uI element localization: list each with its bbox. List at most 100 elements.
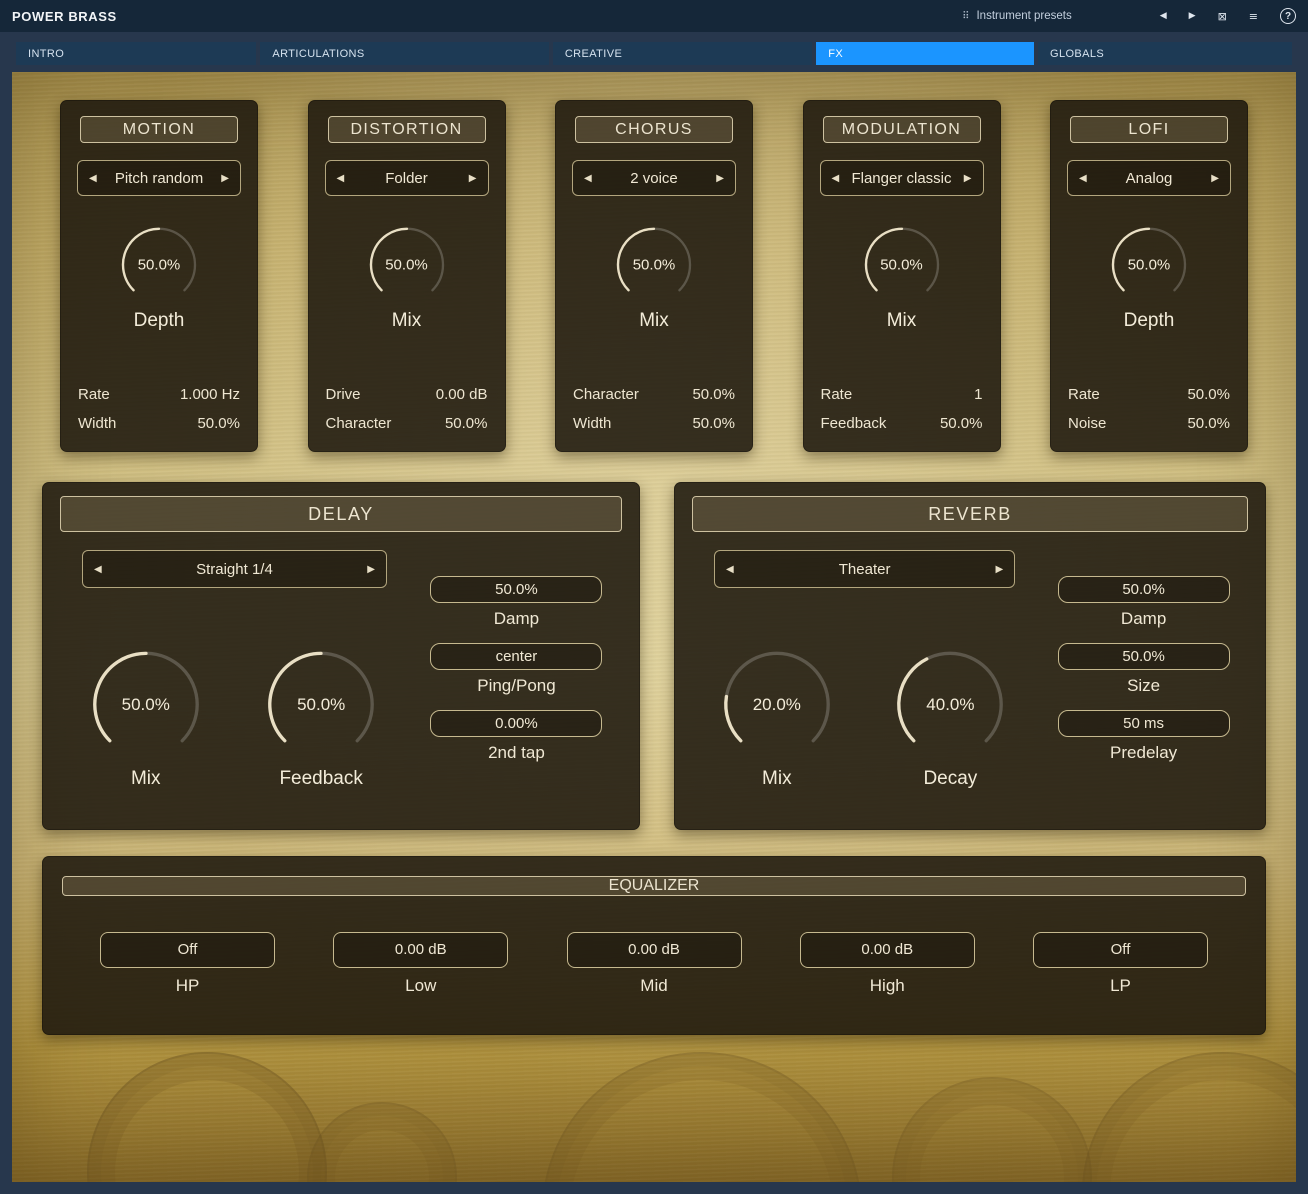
arrow-left-icon[interactable]: ◀ — [1068, 173, 1098, 184]
param-name: Character — [573, 380, 639, 409]
lofi-depth-knob[interactable]: 50.0% — [1104, 218, 1194, 308]
field-label: Damp — [409, 608, 624, 630]
knob-value: 20.0% — [713, 695, 841, 715]
lofi-mode-value: Analog — [1098, 170, 1201, 187]
motion-depth-knob[interactable]: 50.0% — [114, 218, 204, 308]
modulation-mix-knob[interactable]: 50.0% — [857, 218, 947, 308]
motion-title-button[interactable]: MOTION — [80, 116, 238, 143]
reverb-size-field[interactable]: 50.0% — [1058, 643, 1230, 670]
tab-intro[interactable]: INTRO — [16, 42, 256, 65]
reverb-size-group: 50.0% Size — [1037, 643, 1250, 697]
modulation-mode-selector[interactable]: ◀ Flanger classic ▶ — [820, 160, 984, 196]
reverb-predelay-group: 50 ms Predelay — [1037, 710, 1250, 764]
lofi-title-button[interactable]: LOFI — [1070, 116, 1228, 143]
eq-mid-field[interactable]: 0.00 dB — [567, 932, 742, 968]
arrow-right-icon[interactable]: ▶ — [953, 173, 983, 184]
delay-damp-field[interactable]: 50.0% — [430, 576, 602, 603]
arrow-right-icon[interactable]: ▶ — [458, 173, 488, 184]
prev-preset-arrow-icon[interactable]: ◀ — [1160, 12, 1167, 21]
reverb-mode-selector[interactable]: ◀ Theater ▶ — [714, 550, 1015, 588]
param-row[interactable]: Drive 0.00 dB — [326, 380, 488, 409]
eq-lp-field[interactable]: Off — [1033, 932, 1208, 968]
presets-grid-icon: ⠿ — [962, 11, 969, 22]
param-value: 1.000 Hz — [180, 380, 240, 409]
param-row[interactable]: Rate 1 — [821, 380, 983, 409]
eq-high-group: 0.00 dB High — [800, 932, 975, 996]
equalizer-panel: EQUALIZER Off HP 0.00 dB Low 0.00 dB Mid — [42, 856, 1266, 1035]
window-resize-icon[interactable]: ⊠ — [1218, 11, 1227, 22]
delay-feedback-group: 50.0% Feedback — [257, 616, 385, 790]
chorus-mode-selector[interactable]: ◀ 2 voice ▶ — [572, 160, 736, 196]
param-row[interactable]: Noise 50.0% — [1068, 409, 1230, 438]
reverb-decay-knob[interactable]: 40.0% — [886, 638, 1014, 766]
delay-mode-value: Straight 1/4 — [113, 561, 357, 578]
fx-panel-modulation: MODULATION ◀ Flanger classic ▶ 50.0% Mix… — [803, 100, 1001, 452]
equalizer-bands: Off HP 0.00 dB Low 0.00 dB Mid 0.00 dB — [62, 932, 1246, 996]
chorus-title-button[interactable]: CHORUS — [575, 116, 733, 143]
param-value: 50.0% — [445, 409, 488, 438]
next-preset-arrow-icon[interactable]: ▶ — [1189, 12, 1196, 21]
reverb-damp-field[interactable]: 50.0% — [1058, 576, 1230, 603]
delay-title-button[interactable]: DELAY — [60, 496, 622, 532]
param-row[interactable]: Rate 1.000 Hz — [78, 380, 240, 409]
tab-articulations[interactable]: ARTICULATIONS — [260, 42, 548, 65]
param-value: 50.0% — [692, 380, 735, 409]
arrow-left-icon[interactable]: ◀ — [326, 173, 356, 184]
arrow-left-icon[interactable]: ◀ — [821, 173, 851, 184]
param-row[interactable]: Width 50.0% — [78, 409, 240, 438]
param-row[interactable]: Character 50.0% — [573, 380, 735, 409]
eq-low-group: 0.00 dB Low — [333, 932, 508, 996]
reverb-mix-knob[interactable]: 20.0% — [713, 638, 841, 766]
distortion-title-button[interactable]: DISTORTION — [328, 116, 486, 143]
arrow-left-icon[interactable]: ◀ — [83, 564, 113, 575]
param-row[interactable]: Rate 50.0% — [1068, 380, 1230, 409]
distortion-mode-selector[interactable]: ◀ Folder ▶ — [325, 160, 489, 196]
param-row[interactable]: Character 50.0% — [326, 409, 488, 438]
motion-mode-selector[interactable]: ◀ Pitch random ▶ — [77, 160, 241, 196]
reverb-title-button[interactable]: REVERB — [692, 496, 1248, 532]
tab-creative[interactable]: CREATIVE — [553, 42, 812, 65]
param-name: Character — [326, 409, 392, 438]
arrow-right-icon[interactable]: ▶ — [210, 173, 240, 184]
delay-pingpong-field[interactable]: center — [430, 643, 602, 670]
distortion-mix-knob[interactable]: 50.0% — [362, 218, 452, 308]
knob-label: Mix — [817, 310, 987, 332]
arrow-left-icon[interactable]: ◀ — [573, 173, 603, 184]
reverb-predelay-field[interactable]: 50 ms — [1058, 710, 1230, 737]
lofi-mode-selector[interactable]: ◀ Analog ▶ — [1067, 160, 1231, 196]
menu-icon[interactable]: ≡ — [1249, 11, 1258, 22]
eq-low-field[interactable]: 0.00 dB — [333, 932, 508, 968]
arrow-right-icon[interactable]: ▶ — [356, 564, 386, 575]
arrow-left-icon[interactable]: ◀ — [715, 564, 745, 575]
tab-fx[interactable]: FX — [816, 42, 1034, 65]
delay-mix-knob[interactable]: 50.0% — [82, 638, 210, 766]
delay-feedback-knob[interactable]: 50.0% — [257, 638, 385, 766]
motion-params: Rate 1.000 Hz Width 50.0% — [74, 380, 244, 440]
eq-high-field[interactable]: 0.00 dB — [800, 932, 975, 968]
equalizer-title-button[interactable]: EQUALIZER — [62, 876, 1246, 896]
param-value: 50.0% — [940, 409, 983, 438]
eq-hp-field[interactable]: Off — [100, 932, 275, 968]
reverb-left-column: ◀ Theater ▶ 20.0% Mix — [690, 550, 1037, 818]
tab-globals[interactable]: GLOBALS — [1038, 42, 1292, 65]
param-row[interactable]: Width 50.0% — [573, 409, 735, 438]
arrow-right-icon[interactable]: ▶ — [985, 564, 1015, 575]
chorus-mix-knob[interactable]: 50.0% — [609, 218, 699, 308]
field-label: Ping/Pong — [409, 675, 624, 697]
help-icon[interactable]: ? — [1280, 8, 1296, 24]
chorus-mode-value: 2 voice — [603, 170, 706, 187]
arrow-right-icon[interactable]: ▶ — [1200, 173, 1230, 184]
param-value: 50.0% — [197, 409, 240, 438]
arrow-right-icon[interactable]: ▶ — [705, 173, 735, 184]
modulation-title-button[interactable]: MODULATION — [823, 116, 981, 143]
param-row[interactable]: Feedback 50.0% — [821, 409, 983, 438]
reverb-fields-column: 50.0% Damp 50.0% Size 50 ms Predelay — [1037, 576, 1250, 818]
knob-value: 50.0% — [114, 256, 204, 273]
delay-mode-selector[interactable]: ◀ Straight 1/4 ▶ — [82, 550, 387, 588]
param-name: Width — [78, 409, 116, 438]
eq-label: LP — [1033, 976, 1208, 996]
delay-2ndtap-field[interactable]: 0.00% — [430, 710, 602, 737]
instrument-presets-button[interactable]: ⠿ Instrument presets — [962, 10, 1072, 22]
arrow-left-icon[interactable]: ◀ — [78, 173, 108, 184]
eq-hp-group: Off HP — [100, 932, 275, 996]
